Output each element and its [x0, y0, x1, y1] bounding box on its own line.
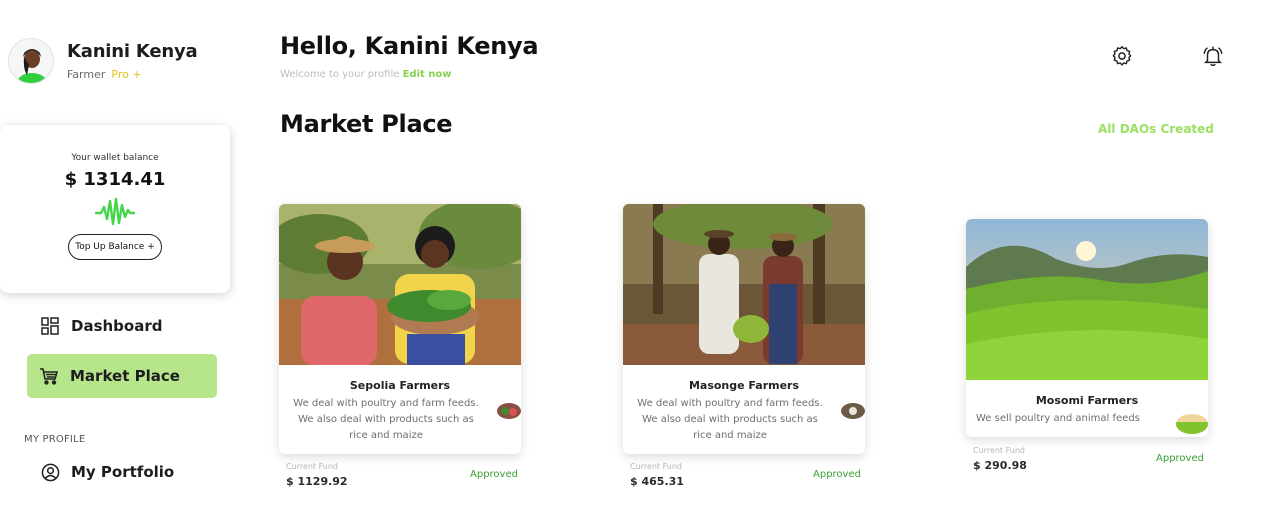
nav-dashboard[interactable]: Dashboard — [40, 316, 162, 336]
dao-card-thumbnail — [1176, 414, 1208, 434]
wallet-balance: $ 1314.41 — [64, 169, 166, 190]
current-fund-label: Current Fund — [973, 446, 1025, 455]
avatar[interactable] — [8, 38, 54, 84]
status-badge: Approved — [813, 469, 861, 480]
cart-icon — [39, 366, 59, 386]
current-fund-value: $ 290.98 — [973, 459, 1027, 472]
dao-card-name: Sepolia Farmers — [349, 379, 451, 392]
status-badge: Approved — [470, 469, 518, 480]
all-daos-created-link[interactable]: All DAOs Created — [1098, 122, 1214, 136]
settings-gear-icon[interactable] — [1110, 44, 1134, 68]
grid-icon — [40, 316, 60, 336]
wallet-card: Your wallet balance $ 1314.41 Top Up Bal… — [0, 125, 230, 293]
user-circle-icon — [40, 462, 60, 482]
dao-card-description: We sell poultry and animal feeds — [976, 413, 1140, 424]
pulse-wave-icon — [95, 197, 135, 226]
dao-card-image — [279, 204, 521, 365]
page-greeting: Hello, Kanini Kenya — [280, 32, 539, 60]
dao-card-name: Mosomi Farmers — [1035, 394, 1139, 407]
current-fund-label: Current Fund — [286, 462, 338, 471]
profile-role: Farmer Pro + — [67, 68, 197, 81]
dao-card[interactable]: Masonge Farmers We deal with poultry and… — [623, 204, 865, 454]
welcome-text: Welcome to your profile Edit now — [280, 69, 451, 80]
current-fund-label: Current Fund — [630, 462, 682, 471]
dao-card-image — [623, 204, 865, 365]
dao-card-name: Masonge Farmers — [688, 379, 800, 392]
dao-card-description: We deal with poultry and farm feeds. We … — [637, 398, 823, 441]
profile-name: Kanini Kenya — [67, 41, 198, 62]
status-badge: Approved — [1156, 453, 1204, 464]
nav-marketplace-label: Market Place — [70, 367, 180, 385]
bell-icon[interactable] — [1201, 44, 1225, 68]
marketplace-title: Market Place — [280, 110, 453, 138]
current-fund-value: $ 1129.92 — [286, 475, 348, 488]
current-fund-value: $ 465.31 — [630, 475, 684, 488]
dao-card-thumbnail — [497, 403, 521, 419]
wallet-label: Your wallet balance — [71, 153, 159, 163]
edit-profile-link[interactable]: Edit now — [403, 69, 452, 80]
nav-dashboard-label: Dashboard — [71, 317, 163, 335]
role-label: Farmer — [67, 68, 106, 81]
nav-portfolio-label: My Portfolio — [71, 463, 175, 481]
dao-card-image — [966, 219, 1208, 380]
dao-card[interactable]: Sepolia Farmers We deal with poultry and… — [279, 204, 521, 454]
dao-card-thumbnail — [841, 403, 865, 419]
dao-card-description: We deal with poultry and farm feeds. We … — [293, 398, 479, 441]
my-profile-section-label: MY PROFILE — [24, 434, 86, 445]
nav-portfolio[interactable]: My Portfolio — [40, 462, 174, 482]
dao-card[interactable]: Mosomi Farmers We sell poultry and anima… — [966, 219, 1208, 437]
nav-marketplace[interactable]: Market Place — [27, 354, 217, 398]
profile-header: Kanini Kenya Farmer Pro + — [8, 38, 198, 84]
welcome-label: Welcome to your profile — [280, 69, 400, 80]
top-up-balance-button[interactable]: Top Up Balance + — [68, 234, 162, 260]
tier-badge: Pro + — [111, 68, 142, 81]
